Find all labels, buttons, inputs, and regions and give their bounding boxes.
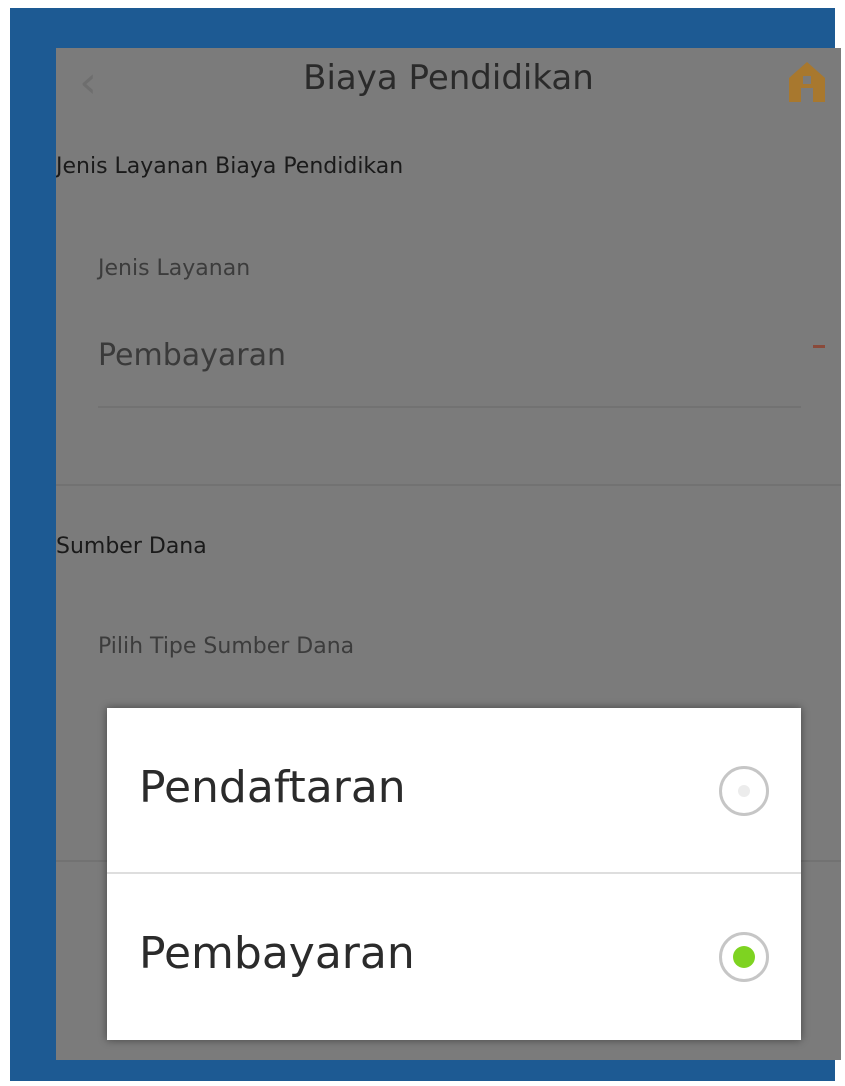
selection-dialog: Pendaftaran Pembayaran xyxy=(107,708,801,1040)
radio-selected-dot-icon xyxy=(733,946,755,968)
service-field-label: Jenis Layanan xyxy=(98,256,251,281)
option-pendaftaran[interactable]: Pendaftaran xyxy=(107,708,801,872)
service-field-underline xyxy=(98,406,801,408)
service-type-select[interactable]: Pembayaran xyxy=(98,338,286,373)
top-bar: ‹ Biaya Pendidikan xyxy=(56,48,841,148)
app-screen: ‹ Biaya Pendidikan Jenis Layanan Biaya P… xyxy=(56,48,841,1060)
option-pembayaran[interactable]: Pembayaran xyxy=(107,874,801,1038)
radio-empty-dot-icon xyxy=(738,785,750,797)
section-divider xyxy=(56,484,841,486)
option-label: Pendaftaran xyxy=(139,762,406,813)
home-icon xyxy=(789,62,825,102)
screenshot-frame: ‹ Biaya Pendidikan Jenis Layanan Biaya P… xyxy=(10,8,841,1081)
section-title-service: Jenis Layanan Biaya Pendidikan xyxy=(56,154,404,179)
radio-unselected[interactable] xyxy=(719,766,769,816)
section-title-fund: Sumber Dana xyxy=(56,534,207,559)
option-label: Pembayaran xyxy=(139,928,415,979)
fund-field-label: Pilih Tipe Sumber Dana xyxy=(98,634,355,659)
page-title: Biaya Pendidikan xyxy=(303,58,594,98)
home-button[interactable] xyxy=(787,60,827,104)
radio-selected[interactable] xyxy=(719,932,769,982)
dropdown-arrow-icon xyxy=(813,345,825,348)
